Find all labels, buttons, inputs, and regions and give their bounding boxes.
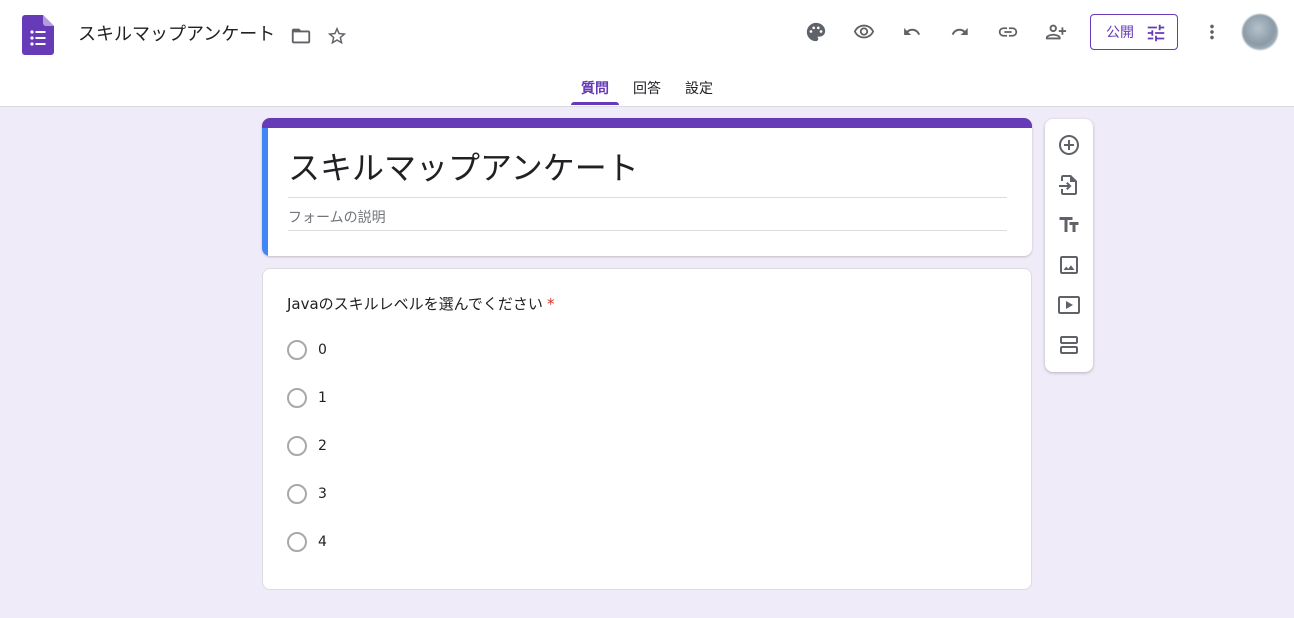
tab-questions[interactable]: 質問 (581, 78, 609, 98)
question-text: Javaのスキルレベルを選んでください (287, 295, 543, 313)
user-avatar[interactable] (1242, 14, 1278, 50)
folder-icon[interactable] (287, 22, 315, 50)
tab-bar: 質問 回答 設定 (0, 70, 1294, 107)
palette-icon[interactable] (802, 18, 830, 46)
google-forms-icon[interactable] (22, 15, 54, 55)
star-icon[interactable] (323, 22, 351, 50)
option-label: 2 (318, 438, 327, 454)
tab-settings[interactable]: 設定 (685, 78, 713, 98)
radio-button[interactable] (287, 340, 307, 360)
preview-eye-icon[interactable] (850, 18, 878, 46)
radio-button[interactable] (287, 484, 307, 504)
radio-option[interactable]: 2 (287, 434, 327, 458)
divider (288, 230, 1007, 231)
radio-button[interactable] (287, 436, 307, 456)
radio-option[interactable]: 4 (287, 530, 327, 554)
link-icon[interactable] (994, 18, 1022, 46)
publish-button[interactable]: 公開 (1090, 14, 1178, 50)
tab-responses[interactable]: 回答 (633, 78, 661, 98)
form-description-input[interactable]: フォームの説明 (288, 208, 386, 228)
divider (288, 197, 1007, 198)
add-image-icon[interactable] (1057, 253, 1081, 277)
add-video-icon[interactable] (1057, 293, 1081, 317)
selected-card-indicator (262, 128, 268, 256)
radio-option[interactable]: 1 (287, 386, 327, 410)
add-question-icon[interactable] (1057, 133, 1081, 157)
publish-label: 公開 (1106, 25, 1134, 41)
required-asterisk: * (546, 295, 555, 313)
add-collaborator-icon[interactable] (1042, 18, 1070, 46)
option-label: 0 (318, 342, 327, 358)
more-vert-icon[interactable] (1198, 18, 1226, 46)
add-title-icon[interactable] (1057, 213, 1081, 237)
radio-option[interactable]: 3 (287, 482, 327, 506)
add-section-icon[interactable] (1057, 333, 1081, 357)
form-title-input[interactable]: スキルマップアンケート (288, 148, 639, 188)
option-label: 4 (318, 534, 327, 550)
theme-color-bar (262, 118, 1032, 128)
option-label: 3 (318, 486, 327, 502)
app-header: スキルマップアンケート 公開 質問 回答 設定 (0, 0, 1294, 107)
question-card[interactable]: Javaのスキルレベルを選んでください * 0 1 2 3 4 (262, 268, 1032, 590)
form-header-card[interactable]: スキルマップアンケート フォームの説明 (262, 118, 1032, 256)
settings-sliders-icon (1147, 24, 1165, 42)
import-questions-icon[interactable] (1057, 173, 1081, 197)
radio-option[interactable]: 0 (287, 338, 327, 362)
radio-button[interactable] (287, 388, 307, 408)
question-title[interactable]: Javaのスキルレベルを選んでください * (287, 293, 554, 315)
document-title[interactable]: スキルマップアンケート (78, 22, 275, 48)
active-tab-indicator (571, 102, 619, 105)
redo-icon[interactable] (946, 18, 974, 46)
radio-button[interactable] (287, 532, 307, 552)
undo-icon[interactable] (898, 18, 926, 46)
side-toolbar (1045, 119, 1093, 372)
option-label: 1 (318, 390, 327, 406)
